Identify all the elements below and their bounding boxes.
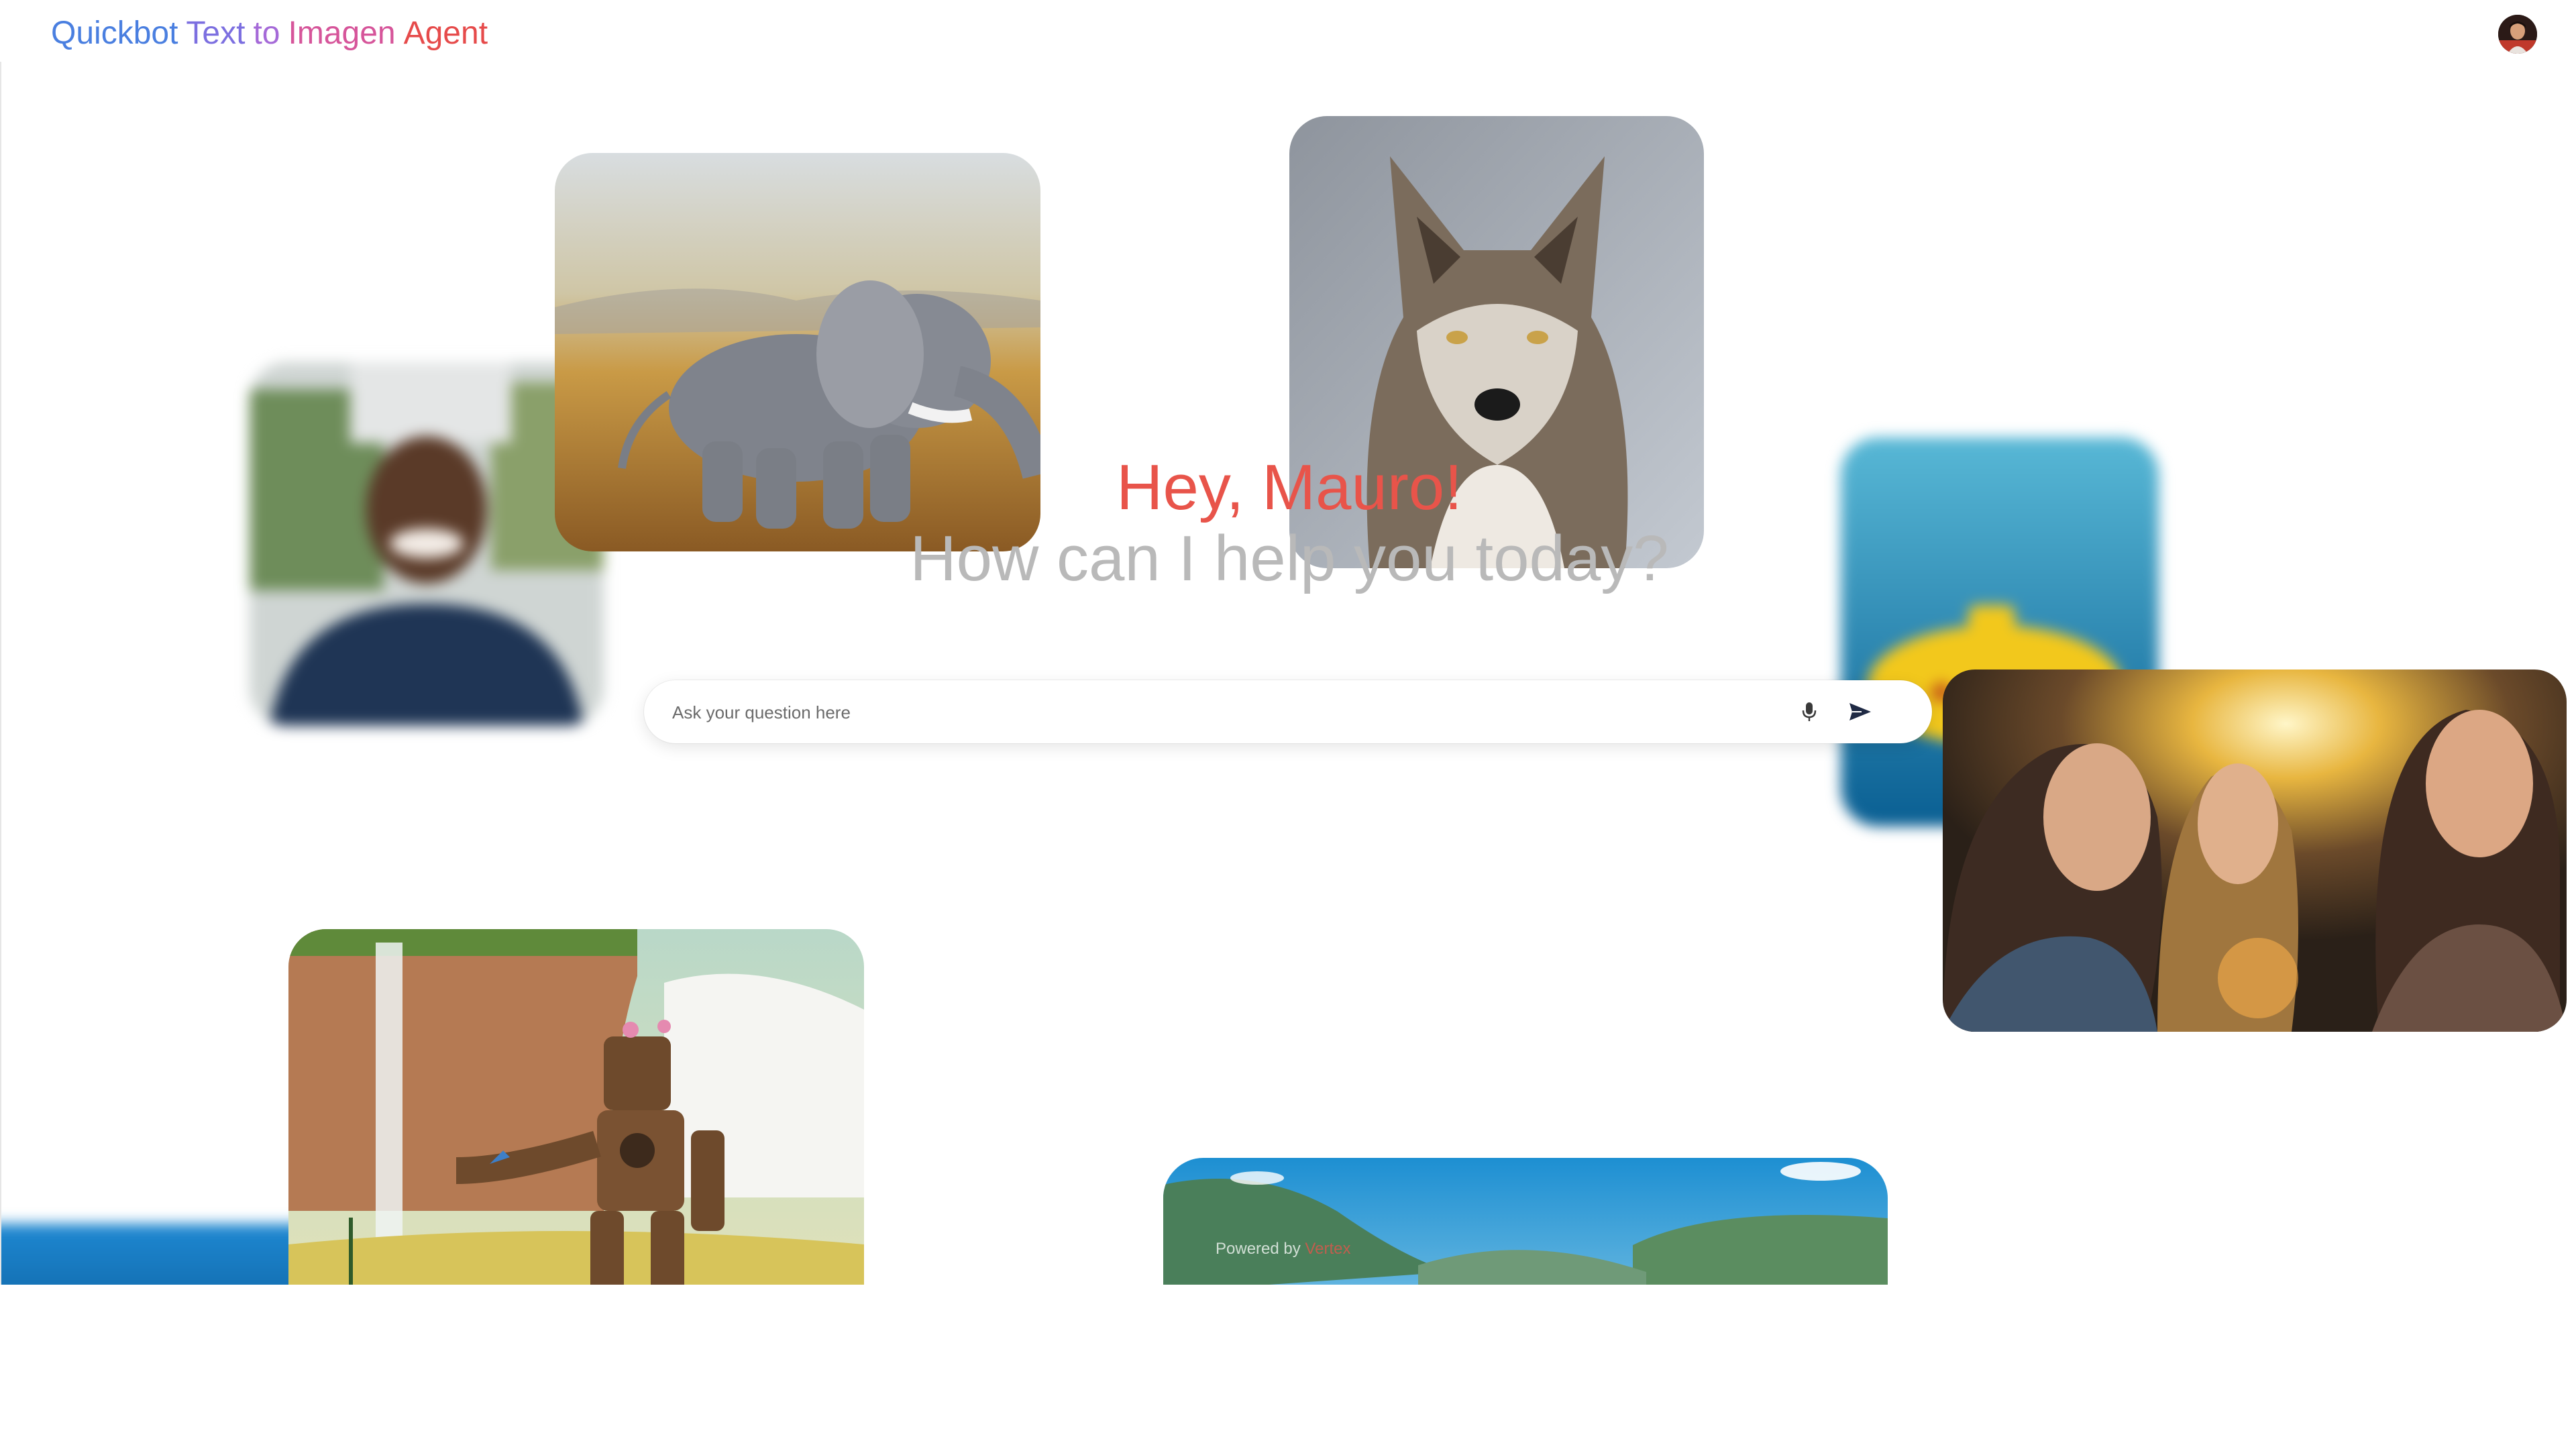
- powered-by-brand: Vertex: [1305, 1240, 1351, 1258]
- app-root: Quickbot Text to Imagen Agent Hey, Mauro…: [0, 0, 2576, 1445]
- search-bar: [644, 680, 1932, 743]
- bottom-blank-area: [0, 1285, 2576, 1445]
- brand-word: to: [253, 15, 280, 51]
- image-gallery: Hey, Mauro! How can I help you today? As…: [0, 62, 2576, 1285]
- powered-by-label: Powered by Vertex: [1216, 1240, 1350, 1259]
- microphone-button[interactable]: [1792, 695, 1826, 729]
- help-subtitle: How can I help you today?: [910, 523, 1669, 594]
- app-title: Quickbot Text to Imagen Agent: [51, 15, 496, 52]
- microphone-icon: [1802, 702, 1817, 721]
- send-button[interactable]: [1842, 694, 1878, 730]
- send-icon: [1849, 703, 1871, 720]
- laughing-women-image: [1943, 670, 2567, 1032]
- moss-robot-waterfall-image: [288, 929, 864, 1285]
- mountain-lake-image: [1163, 1158, 1888, 1285]
- brand-word: Agent: [403, 15, 488, 51]
- brand-word: Imagen: [288, 15, 396, 51]
- powered-by-prefix: Powered by: [1216, 1240, 1301, 1258]
- brand-word: Quickbot: [51, 15, 178, 51]
- ocean-strip-image: [1, 1224, 323, 1285]
- question-input[interactable]: [671, 694, 1774, 731]
- top-bar: Quickbot Text to Imagen Agent: [0, 0, 2576, 62]
- brand-word: Text: [186, 15, 246, 51]
- user-avatar[interactable]: [2498, 15, 2537, 54]
- greeting-heading: Hey, Mauro!: [1116, 451, 1462, 523]
